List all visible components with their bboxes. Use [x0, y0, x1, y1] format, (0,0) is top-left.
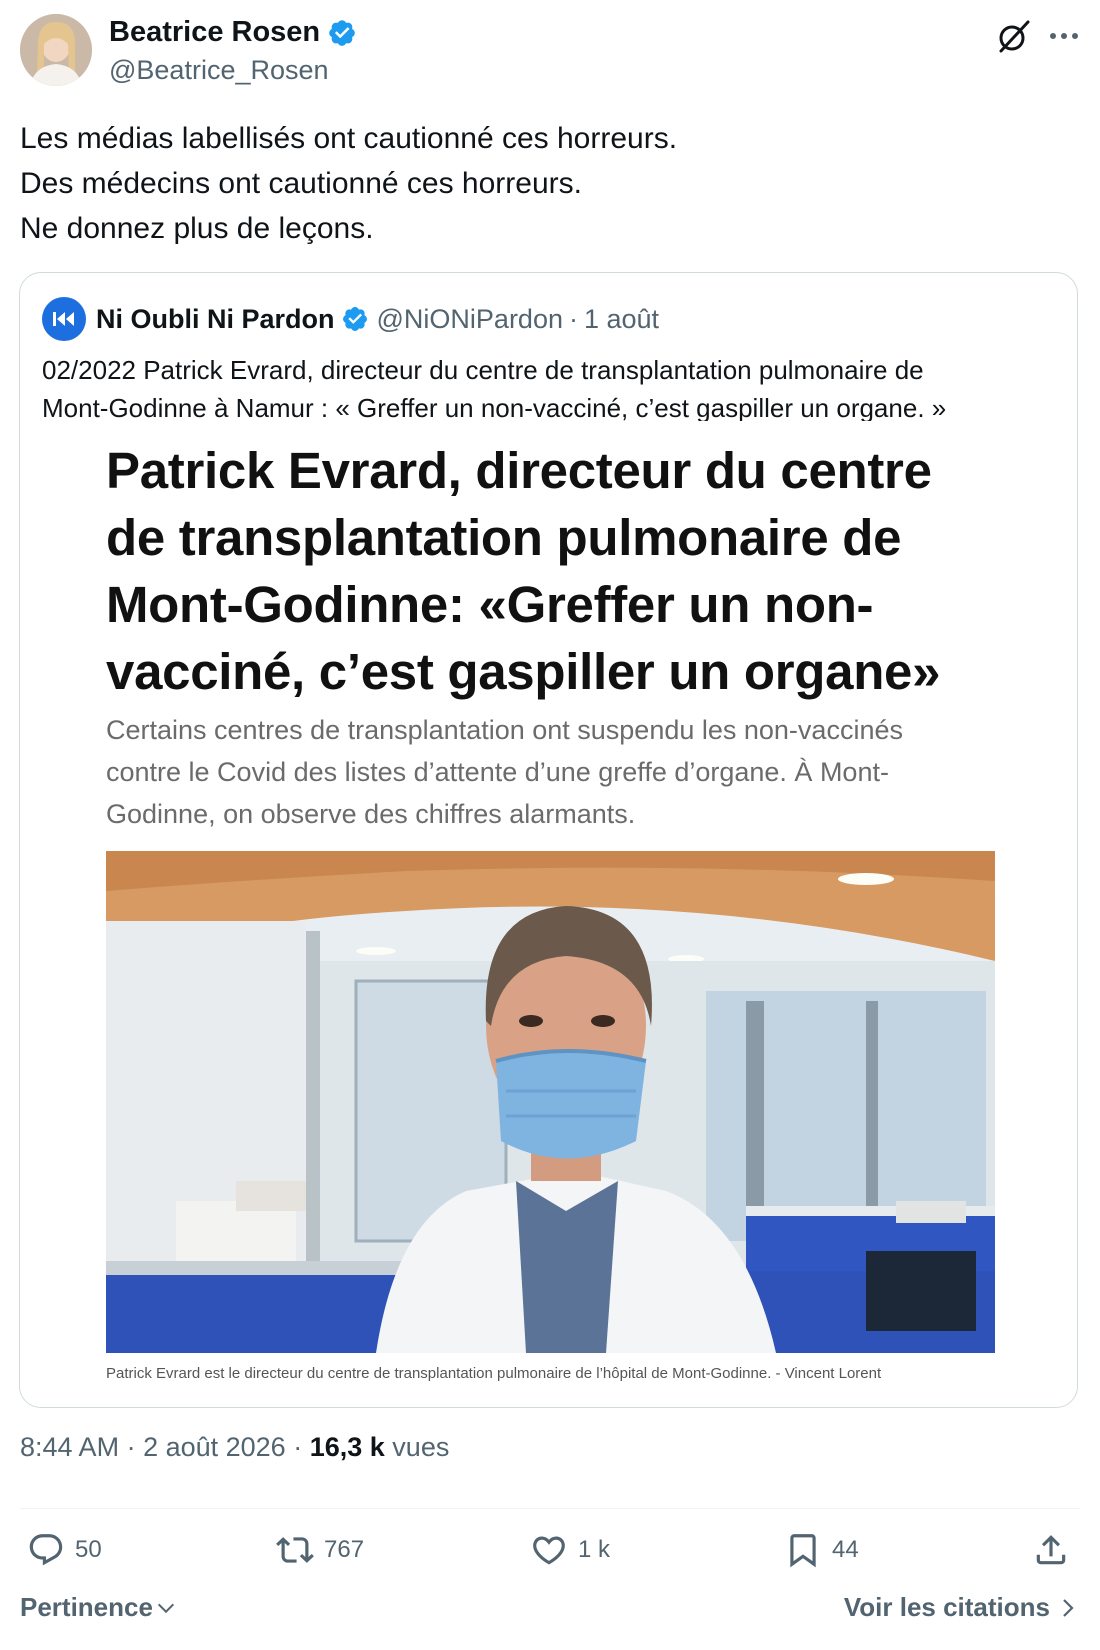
quote-separator: ·: [568, 303, 578, 334]
quote-date[interactable]: 1 août: [584, 304, 659, 335]
sort-label: Pertinence: [20, 1592, 153, 1622]
tweet-line: Les médias labellisés ont cautionné ces …: [20, 122, 678, 155]
verified-badge-icon: [329, 19, 355, 46]
views-label: vues: [392, 1432, 450, 1462]
quote-author-handle[interactable]: @NiONiPardon: [377, 304, 563, 335]
author-avatar[interactable]: [20, 14, 92, 86]
reply-button[interactable]: 50: [27, 1528, 102, 1572]
doctor-photo-illustration: [106, 851, 995, 1353]
bookmark-button[interactable]: 44: [784, 1528, 859, 1572]
article-photo: [106, 851, 995, 1353]
share-icon: [1036, 1535, 1066, 1565]
tweet-line: Des médecins ont cautionné ces horreurs.: [20, 167, 582, 200]
verified-badge-icon: [342, 307, 367, 331]
divider: [20, 1508, 1080, 1509]
tweet-date[interactable]: 2 août 2026: [143, 1432, 286, 1462]
retweet-count: 767: [324, 1536, 365, 1563]
author-name[interactable]: Beatrice Rosen: [109, 16, 320, 49]
tweet-line: Ne donnez plus de leçons.: [20, 212, 374, 245]
photo-caption: Patrick Evrard est le directeur du centr…: [106, 1365, 882, 1382]
like-button[interactable]: 1 k: [530, 1528, 610, 1572]
headline-line: Patrick Evrard, directeur du centre: [106, 442, 932, 499]
retweet-icon: [276, 1537, 314, 1563]
reply-count: 50: [75, 1536, 102, 1563]
replies-sort-select[interactable]: Pertinence: [20, 1592, 177, 1623]
lede-line: Godinne, on observe des chiffres alarman…: [106, 799, 636, 829]
meta-separator: ·: [285, 1432, 310, 1462]
heart-icon: [533, 1536, 565, 1565]
bookmark-icon: [790, 1534, 816, 1568]
lede-line: Certains centres de transplantation ont …: [106, 715, 903, 745]
headline-line: vacciné, c’est gaspiller un organe»: [106, 643, 941, 700]
chevron-right-icon: [1063, 1598, 1074, 1617]
tweet-text: Les médias labellisés ont cautionné ces …: [20, 116, 677, 251]
article-screenshot[interactable]: Patrick Evrard, directeur du centre de t…: [20, 421, 1077, 1407]
quote-text-line: 02/2022 Patrick Evrard, directeur du cen…: [42, 355, 924, 385]
lede-line: contre le Covid des listes d’attente d’u…: [106, 757, 889, 787]
tweet-meta: 8:44 AM · 2 août 2026 · 16,3 k vues: [20, 1432, 449, 1463]
chevron-down-icon: [157, 1603, 174, 1613]
headline-line: de transplantation pulmonaire de: [106, 509, 902, 566]
rewind-logo-icon: [53, 312, 74, 326]
meta-separator: ·: [119, 1432, 144, 1462]
article-headline: Patrick Evrard, directeur du centre de t…: [106, 437, 941, 705]
author-name-row[interactable]: Beatrice Rosen: [109, 16, 357, 49]
more-icon[interactable]: [1046, 22, 1082, 50]
author-handle[interactable]: @Beatrice_Rosen: [109, 55, 329, 86]
quotes-link-label: Voir les citations: [843, 1592, 1050, 1622]
like-count: 1 k: [578, 1536, 611, 1563]
views-count: 16,3 k: [309, 1432, 385, 1462]
tweet-time[interactable]: 8:44 AM: [20, 1432, 119, 1462]
quote-text: 02/2022 Patrick Evrard, directeur du cen…: [42, 351, 946, 427]
quote-avatar[interactable]: [42, 297, 86, 341]
share-button[interactable]: [1032, 1528, 1080, 1572]
quoted-tweet-card[interactable]: Ni Oubli Ni Pardon @NiONiPardon · 1 août…: [19, 272, 1078, 1408]
article-lede: Certains centres de transplantation ont …: [106, 709, 903, 835]
view-quotes-link[interactable]: Voir les citations: [844, 1592, 1078, 1623]
reply-icon: [29, 1534, 63, 1566]
headline-line: Mont-Godinne: «Greffer un non-: [106, 576, 874, 633]
bookmark-count: 44: [832, 1536, 859, 1563]
grok-icon[interactable]: [996, 18, 1032, 54]
quote-author-name[interactable]: Ni Oubli Ni Pardon: [96, 304, 335, 335]
quote-header: Ni Oubli Ni Pardon @NiONiPardon · 1 août: [96, 297, 659, 341]
retweet-button[interactable]: 767: [276, 1528, 364, 1572]
